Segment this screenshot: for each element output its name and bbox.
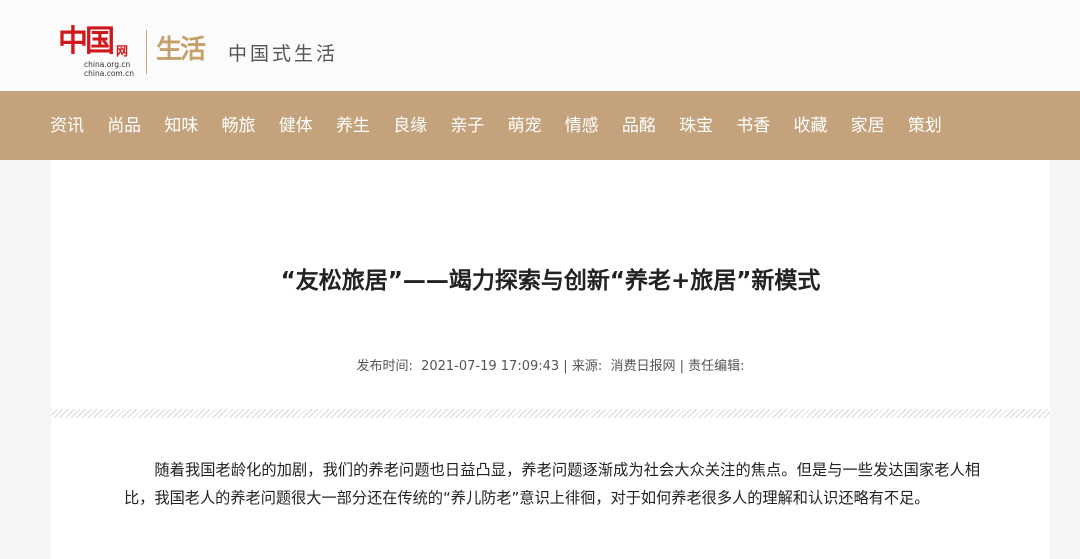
nav-item-zhubao[interactable]: 珠宝 <box>679 115 713 137</box>
nav-item-zixun[interactable]: 资讯 <box>50 115 84 137</box>
nav-item-zhiwei[interactable]: 知味 <box>164 115 198 137</box>
nav-item-liangyuan[interactable]: 良缘 <box>393 115 427 137</box>
published-value: 2021-07-19 17:09:43 <box>421 359 560 374</box>
nav-item-shangpin[interactable]: 尚品 <box>107 115 141 137</box>
section-tagline: 中国式生活 <box>228 43 339 65</box>
section-logo[interactable]: 生活 <box>156 34 206 66</box>
nav-item-qinggan[interactable]: 情感 <box>565 115 599 137</box>
main-nav: 资讯 尚品 知味 畅旅 健体 养生 良缘 亲子 萌宠 情感 品酩 珠宝 书香 收… <box>0 91 1080 160</box>
nav-item-shoucang[interactable]: 收藏 <box>793 115 827 137</box>
nav-item-qinzi[interactable]: 亲子 <box>450 115 484 137</box>
published-label: 发布时间: <box>356 359 413 374</box>
hatched-divider <box>51 409 1050 418</box>
china-org-logo[interactable]: 中国 网 china.org.cn china.com.cn <box>58 24 158 80</box>
nav-item-pinming[interactable]: 品酩 <box>622 115 656 137</box>
logo-wang: 网 <box>116 44 129 58</box>
nav-item-mengchong[interactable]: 萌宠 <box>508 115 542 137</box>
source-label: 来源: <box>571 359 603 374</box>
article-paragraph: 随着我国老龄化的加剧，我们的养老问题也日益凸显，养老问题逐渐成为社会大众关注的焦… <box>124 461 980 507</box>
logo-url: china.org.cn china.com.cn <box>84 60 134 78</box>
editor-label: 责任编辑: <box>688 359 745 374</box>
site-header: 中国 网 china.org.cn china.com.cn 生活 中国式生活 <box>0 0 1080 91</box>
logo-divider <box>146 30 147 74</box>
logo-mark: 中国 <box>58 24 115 59</box>
nav-item-changlv[interactable]: 畅旅 <box>222 115 256 137</box>
source-value[interactable]: 消费日报网 <box>610 359 675 374</box>
nav-item-shuxiang[interactable]: 书香 <box>736 115 770 137</box>
article-meta: 发布时间: 2021-07-19 17:09:43 | 来源: 消费日报网 | … <box>356 359 745 374</box>
nav-item-jianti[interactable]: 健体 <box>279 115 313 137</box>
article-panel: “友松旅居”——竭力探索与创新“养老+旅居”新模式 发布时间: 2021-07-… <box>51 160 1050 559</box>
nav-item-yangsheng[interactable]: 养生 <box>336 115 370 137</box>
nav-item-jiaju[interactable]: 家居 <box>851 115 885 137</box>
article-title: “友松旅居”——竭力探索与创新“养老+旅居”新模式 <box>280 268 821 294</box>
nav-list: 资讯 尚品 知味 畅旅 健体 养生 良缘 亲子 萌宠 情感 品酩 珠宝 书香 收… <box>50 91 965 160</box>
nav-item-cehua[interactable]: 策划 <box>908 115 942 137</box>
